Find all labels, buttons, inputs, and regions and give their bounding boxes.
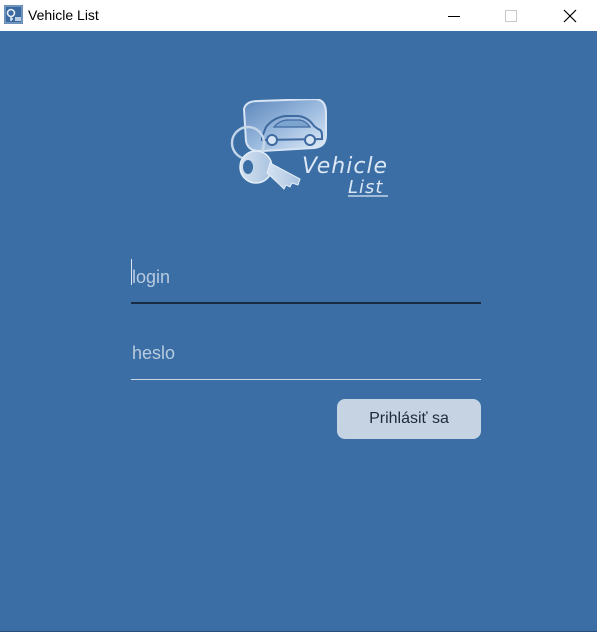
password-input[interactable]	[131, 329, 481, 377]
window-title: Vehicle List	[28, 7, 99, 23]
close-icon	[563, 9, 577, 22]
minimize-button[interactable]	[431, 0, 477, 31]
maximize-icon	[505, 9, 517, 22]
password-underline	[131, 379, 481, 380]
text-caret	[131, 259, 132, 285]
login-button[interactable]: Prihlásiť sa	[337, 399, 481, 439]
login-input[interactable]	[131, 253, 481, 301]
password-field[interactable]	[131, 329, 481, 380]
logo-text-vehicle: Vehicle	[302, 154, 388, 179]
maximize-button[interactable]	[488, 0, 534, 31]
login-field[interactable]	[131, 253, 481, 304]
title-bar[interactable]: Vehicle List	[0, 0, 597, 31]
minimize-icon	[448, 15, 460, 17]
app-window: Vehicle List Vehicle List login Prihlási…	[0, 0, 597, 632]
logo-text-list: List	[348, 177, 383, 198]
vehicle-list-app-icon	[4, 5, 23, 24]
login-panel: Vehicle List Prihlásiť sa	[0, 31, 597, 631]
close-button[interactable]	[547, 0, 593, 31]
car-key-logo: Vehicle List	[230, 99, 388, 198]
login-underline	[131, 302, 481, 304]
